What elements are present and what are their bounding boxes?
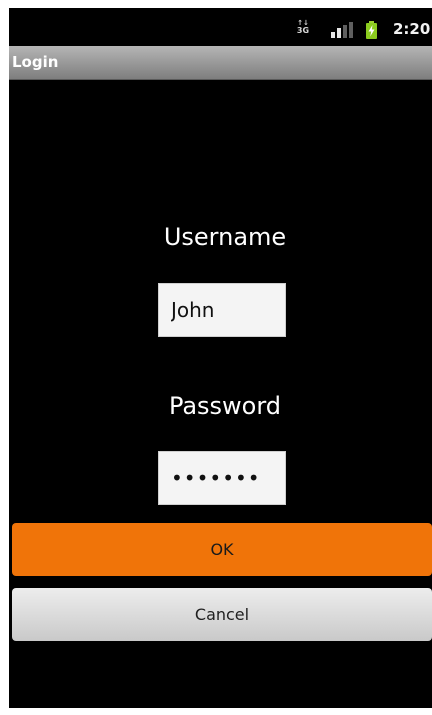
- status-bar: ↑↓ 3G 2:20: [9, 8, 432, 46]
- network-type-label: 3G: [296, 26, 310, 35]
- username-field[interactable]: [158, 283, 286, 337]
- password-field[interactable]: [158, 451, 286, 505]
- ok-button[interactable]: OK: [12, 523, 432, 576]
- password-label: Password: [168, 392, 282, 420]
- network-3g-icon: ↑↓ 3G: [296, 20, 310, 36]
- status-time: 2:20: [393, 20, 431, 38]
- title-bar: Login: [9, 46, 432, 80]
- signal-bars-icon: [331, 22, 353, 38]
- page-title: Login: [12, 53, 59, 71]
- battery-charging-icon: [366, 21, 377, 39]
- username-label: Username: [163, 223, 287, 251]
- cancel-button[interactable]: Cancel: [12, 588, 432, 641]
